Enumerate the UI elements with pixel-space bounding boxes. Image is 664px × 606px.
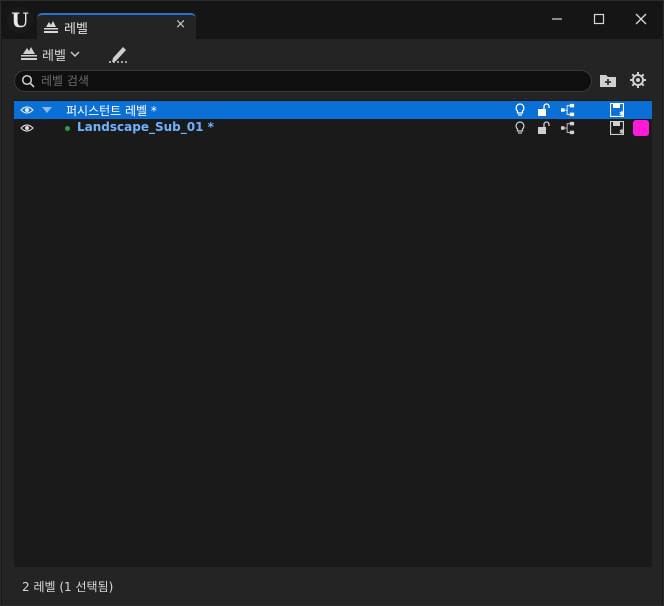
level-row-persistent[interactable]: 퍼시스턴트 레벨 * ✱ <box>14 101 652 119</box>
minimize-icon <box>552 18 562 20</box>
visibility-eye-icon[interactable] <box>20 104 34 116</box>
search-input[interactable] <box>41 72 581 90</box>
lighting-scenario-icon[interactable] <box>513 103 527 117</box>
visibility-eye-icon[interactable] <box>20 122 34 134</box>
hierarchy-icon[interactable] <box>561 103 575 117</box>
levels-menu-label: 레벨 <box>42 48 66 64</box>
levels-list: 퍼시스턴트 레벨 * ✱ Landscape_Sub_01 * ✱ <box>14 100 652 568</box>
pencil-edit-icon[interactable] <box>106 43 130 65</box>
status-text: 2 레벨 (1 선택됨) <box>22 580 114 594</box>
svg-text:✱: ✱ <box>619 128 624 135</box>
svg-text:✱: ✱ <box>619 110 624 117</box>
chevron-down-icon <box>70 51 80 57</box>
title-bar[interactable]: U 레벨 × <box>1 1 663 39</box>
close-icon <box>635 13 647 25</box>
lock-icon[interactable] <box>537 103 551 117</box>
lock-icon[interactable] <box>537 121 551 135</box>
close-window-button[interactable] <box>621 7 661 33</box>
level-row-landscape-sub[interactable]: Landscape_Sub_01 * ✱ <box>14 119 652 137</box>
expand-triangle-icon[interactable] <box>42 105 52 115</box>
hierarchy-icon[interactable] <box>561 121 575 135</box>
minimize-button[interactable] <box>537 7 577 33</box>
save-icon[interactable]: ✱ <box>610 121 624 135</box>
level-status-dot <box>65 126 70 131</box>
lighting-scenario-icon[interactable] <box>513 121 527 135</box>
search-box[interactable] <box>14 70 592 92</box>
levels-menu-button[interactable]: 레벨 <box>20 43 80 65</box>
save-icon[interactable]: ✱ <box>610 103 624 117</box>
levels-panel: 레벨 레벨 검색 퍼시스턴트 레벨 * ✱ Landscape_Sub_01 *… <box>2 39 662 568</box>
levels-icon <box>44 21 58 33</box>
level-name: Landscape_Sub_01 * <box>77 120 214 134</box>
maximize-button[interactable] <box>579 7 619 33</box>
levels-window: U 레벨 × 레벨 레벨 검색 퍼시스턴트 레벨 * ✱ Landscape_S… <box>0 0 664 606</box>
status-bar: 2 레벨 (1 선택됨) <box>2 567 662 605</box>
levels-icon <box>21 47 37 60</box>
tab-close-icon[interactable]: × <box>175 17 186 32</box>
toolbar: 레벨 <box>2 39 662 69</box>
tab-levels[interactable]: 레벨 × <box>37 13 196 39</box>
level-color-swatch[interactable] <box>633 120 649 136</box>
search-icon <box>21 74 35 88</box>
maximize-icon <box>593 13 605 25</box>
add-folder-icon[interactable] <box>599 71 617 89</box>
tab-title: 레벨 <box>64 22 88 37</box>
unreal-engine-logo[interactable]: U <box>7 7 33 33</box>
level-name: 퍼시스턴트 레벨 * <box>66 104 157 118</box>
gear-icon[interactable] <box>629 71 647 89</box>
